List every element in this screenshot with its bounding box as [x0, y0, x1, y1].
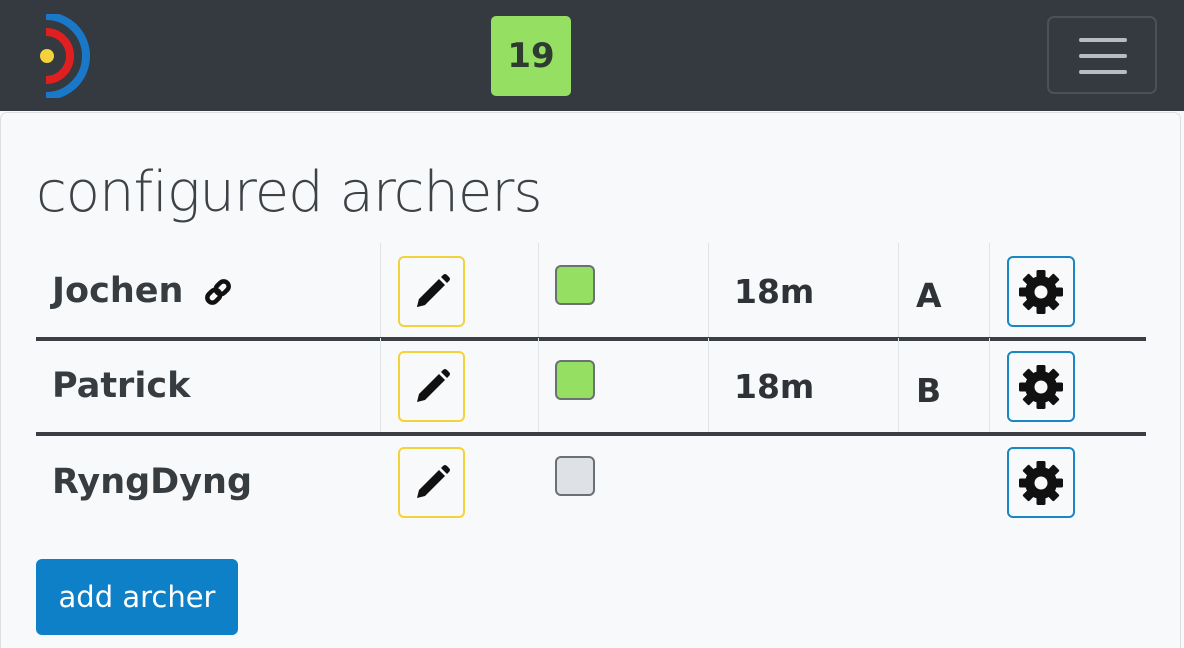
archer-settings-button[interactable]: [1007, 351, 1075, 422]
gear-icon: [1019, 364, 1063, 409]
archer-row: Patrick 18m B: [36, 338, 1146, 436]
edit-archer-button[interactable]: [398, 256, 465, 327]
archer-name: Jochen: [52, 243, 233, 339]
gear-icon: [1019, 269, 1063, 314]
menu-toggle-button[interactable]: [1047, 16, 1157, 94]
pencil-icon: [416, 273, 450, 307]
navbar: 19: [0, 0, 1184, 111]
link-icon: [203, 276, 233, 306]
archer-name: RyngDyng: [52, 434, 252, 530]
gear-icon: [1019, 460, 1063, 505]
distance-value: 18m: [734, 366, 815, 406]
edit-archer-button[interactable]: [398, 351, 465, 422]
active-checkbox[interactable]: [555, 265, 595, 305]
distance-value: 18m: [734, 271, 815, 311]
archer-row: RyngDyng: [36, 434, 1146, 530]
archer-settings-button[interactable]: [1007, 256, 1075, 327]
archer-name-label: Patrick: [52, 366, 191, 406]
hamburger-icon: [1079, 38, 1127, 42]
archer-name-label: Jochen: [52, 271, 184, 311]
archer-name: Patrick: [52, 338, 190, 434]
archer-row: Jochen 18m A: [36, 243, 1146, 341]
app-logo[interactable]: [34, 12, 90, 100]
archer-name-label: RyngDyng: [52, 462, 253, 502]
page-title: configured archers: [36, 160, 543, 225]
archer-settings-button[interactable]: [1007, 447, 1075, 518]
add-archer-button[interactable]: add archer: [36, 559, 238, 635]
group-value: A: [916, 275, 942, 315]
active-checkbox[interactable]: [555, 456, 595, 496]
edit-archer-button[interactable]: [398, 447, 465, 518]
group-value: B: [916, 370, 942, 410]
pencil-icon: [416, 368, 450, 402]
pencil-icon: [416, 464, 450, 498]
round-count-badge: 19: [491, 16, 571, 96]
active-checkbox[interactable]: [555, 360, 595, 400]
